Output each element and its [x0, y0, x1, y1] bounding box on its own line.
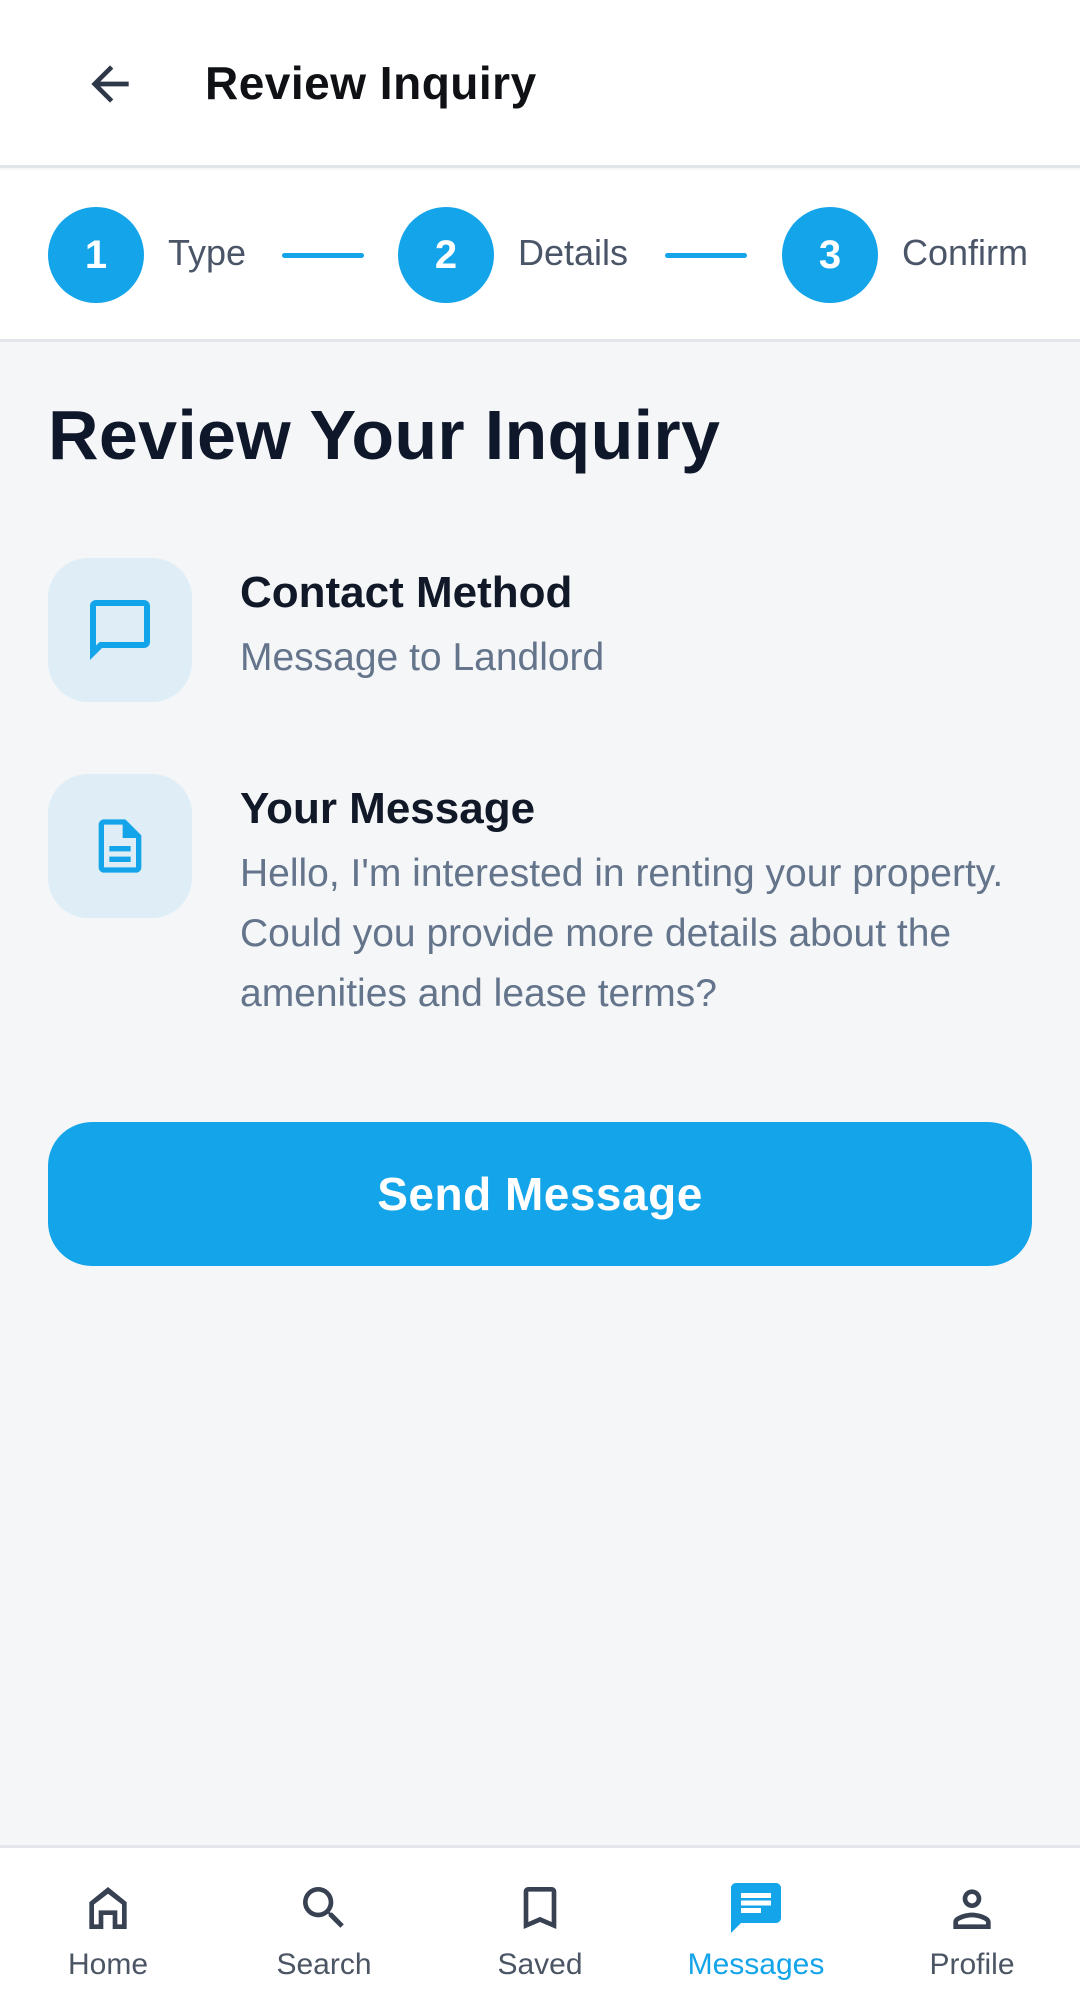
nav-label-home: Home	[67, 1948, 149, 1981]
nav-item-search[interactable]: Search	[216, 1848, 432, 1990]
step-connector	[665, 253, 747, 258]
contact-method-value: Message to Landlord	[240, 636, 605, 679]
nav-label-profile: Profile	[929, 1948, 1015, 1981]
bookmark-icon	[510, 1878, 570, 1938]
back-button[interactable]	[70, 44, 150, 124]
person-icon	[942, 1878, 1002, 1938]
step-2-label: Details	[518, 232, 629, 273]
message-tile	[48, 774, 192, 918]
progress-stepper: 1 Type 2 Details 3 Confirm	[0, 170, 1080, 342]
step-2-circle: 2	[398, 207, 494, 303]
chat-bubble-icon	[90, 600, 150, 660]
nav-label-saved: Saved	[497, 1948, 583, 1981]
contact-method-tile	[48, 558, 192, 702]
message-icon	[726, 1878, 786, 1938]
document-icon	[98, 819, 142, 873]
home-icon	[78, 1878, 138, 1938]
nav-label-search: Search	[276, 1948, 372, 1981]
nav-label-messages: Messages	[687, 1948, 825, 1981]
search-icon	[294, 1878, 354, 1938]
nav-item-home[interactable]: Home	[0, 1848, 216, 1990]
message-title: Your Message	[240, 784, 536, 833]
send-message-button[interactable]: Send Message	[48, 1122, 1032, 1266]
nav-item-saved[interactable]: Saved	[432, 1848, 648, 1990]
page-title: Review Inquiry	[205, 57, 537, 109]
step-3-label: Confirm	[902, 232, 1029, 273]
review-heading: Review Your Inquiry	[48, 396, 721, 474]
arrow-left-icon	[91, 65, 129, 103]
nav-item-messages[interactable]: Messages	[648, 1848, 864, 1990]
top-app-bar: Review Inquiry	[0, 0, 1080, 168]
message-value: Hello, I'm interested in renting your pr…	[240, 852, 1004, 1015]
step-connector	[282, 253, 364, 258]
nav-item-profile[interactable]: Profile	[864, 1848, 1080, 1990]
step-3-circle: 3	[782, 207, 878, 303]
bottom-navigation: Home Search Saved Messages Profile	[0, 1845, 1080, 1990]
step-1-circle: 1	[48, 207, 144, 303]
contact-method-title: Contact Method	[240, 568, 573, 617]
step-1-label: Type	[168, 232, 247, 273]
